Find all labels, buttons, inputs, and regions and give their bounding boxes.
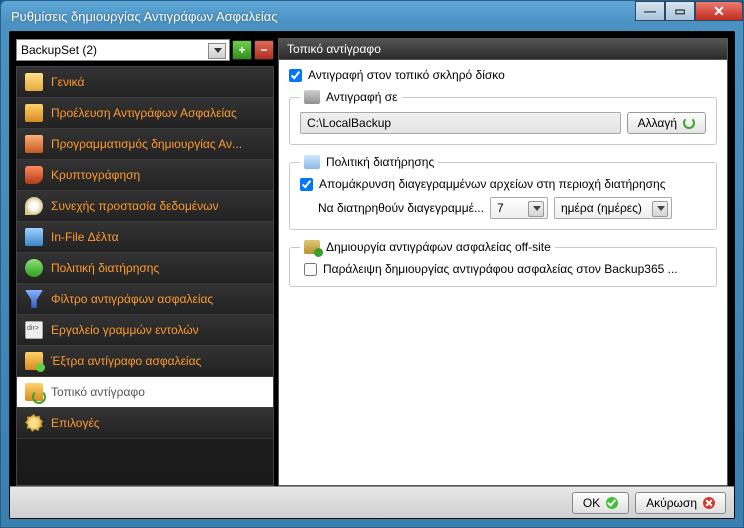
nav-extra-backup[interactable]: Έξτρα αντίγραφο ασφαλείας [17, 346, 273, 377]
copy-to-group: Αντιγραφή σε C:\LocalBackup Αλλαγή [289, 90, 717, 145]
retention-group: Πολιτική διατήρησης Απομάκρυνση διαγεγρα… [289, 155, 717, 230]
maximize-button[interactable]: ▭ [665, 1, 695, 21]
ok-button[interactable]: OK [572, 492, 629, 514]
backupset-selected: BackupSet (2) [21, 43, 97, 57]
change-path-button[interactable]: Αλλαγή [627, 112, 706, 134]
nav-label: In-File Δέλτα [51, 230, 119, 244]
window-title: Ρυθμίσεις δημιουργίας Αντιγράφων Ασφαλεί… [7, 9, 278, 24]
nav-label: Προέλευση Αντιγράφων Ασφαλείας [51, 106, 237, 120]
remove-deleted-checkbox[interactable] [300, 178, 313, 191]
general-icon [25, 73, 43, 91]
nav-filter[interactable]: Φίλτρο αντιγράφων ασφαλείας [17, 284, 273, 315]
nav-cmd[interactable]: Εργαλείο γραμμών εντολών [17, 315, 273, 346]
nav-label: Πολιτική διατήρησης [51, 261, 159, 275]
client-area: BackupSet (2) + − Γενικά Προέλευση Αντιγ… [9, 31, 735, 519]
keep-value-select[interactable]: 7 [490, 197, 548, 219]
retention-legend: Πολιτική διατήρησης [326, 155, 434, 169]
enable-local-copy-checkbox[interactable] [289, 69, 302, 82]
nav-retention[interactable]: Πολιτική διατήρησης [17, 253, 273, 284]
filter-icon [25, 290, 43, 308]
keep-unit: ημέρα (ημέρες) [561, 201, 642, 215]
delta-icon [25, 228, 43, 246]
nav-label: Έξτρα αντίγραφο ασφαλείας [51, 354, 201, 368]
keep-deleted-label: Να διατηρηθούν διαγεγραμμέ... [318, 201, 484, 215]
cancel-label: Ακύρωση [646, 496, 697, 510]
nav-label: Συνεχής προστασία δεδομένων [51, 199, 218, 213]
disk-icon [304, 90, 320, 104]
bottom-bar: OK Ακύρωση [10, 486, 734, 518]
nav-delta[interactable]: In-File Δέλτα [17, 222, 273, 253]
nav-cdp[interactable]: Συνεχής προστασία δεδομένων [17, 191, 273, 222]
nav-label: Κρυπτογράφηση [51, 168, 140, 182]
nav-label: Εργαλείο γραμμών εντολών [51, 323, 199, 337]
source-icon [25, 104, 43, 122]
chevron-down-icon [533, 206, 541, 211]
close-icon [703, 497, 715, 509]
pane-header: Τοπικό αντίγραφο [278, 38, 728, 60]
backup-path-input[interactable]: C:\LocalBackup [300, 112, 621, 134]
main-pane: Τοπικό αντίγραφο Αντιγραφή στον τοπικό σ… [278, 38, 728, 486]
pane-body: Αντιγραφή στον τοπικό σκληρό δίσκο Αντιγ… [278, 60, 728, 486]
recycle-icon [25, 259, 43, 277]
retention-icon [304, 155, 320, 169]
refresh-icon [683, 117, 695, 129]
settings-window: Ρυθμίσεις δημιουργίας Αντιγράφων Ασφαλεί… [0, 0, 744, 528]
nav-options[interactable]: Επιλογές [17, 408, 273, 439]
ok-label: OK [583, 496, 600, 510]
nav-local-copy[interactable]: Τοπικό αντίγραφο [17, 377, 273, 408]
skip-offsite-checkbox[interactable] [304, 263, 317, 276]
schedule-icon [25, 135, 43, 153]
copy-to-legend: Αντιγραφή σε [326, 90, 398, 104]
shield-icon [25, 197, 43, 215]
titlebar[interactable]: Ρυθμίσεις δημιουργίας Αντιγράφων Ασφαλεί… [1, 1, 743, 31]
local-copy-icon [25, 383, 43, 401]
keep-unit-select[interactable]: ημέρα (ημέρες) [554, 197, 672, 219]
offsite-legend: Δημιουργία αντιγράφων ασφαλείας off-site [326, 240, 551, 254]
nav-label: Γενικά [51, 75, 84, 89]
change-path-label: Αλλαγή [638, 116, 677, 130]
nav-encryption[interactable]: Κρυπτογράφηση [17, 160, 273, 191]
offsite-group: Δημιουργία αντιγράφων ασφαλείας off-site… [289, 240, 717, 287]
keep-value: 7 [497, 201, 504, 215]
chevron-down-icon [214, 48, 222, 53]
backupset-select[interactable]: BackupSet (2) [16, 39, 230, 61]
encryption-icon [25, 166, 43, 184]
chevron-down-icon [657, 206, 665, 211]
close-button[interactable]: ✕ [695, 1, 743, 21]
remove-deleted-label: Απομάκρυνση διαγεγραμμένων αρχείων στη π… [319, 177, 666, 191]
command-icon [25, 321, 43, 339]
add-backupset-button[interactable]: + [232, 40, 252, 60]
remove-backupset-button[interactable]: − [254, 40, 274, 60]
nav-source[interactable]: Προέλευση Αντιγράφων Ασφαλείας [17, 98, 273, 129]
nav: Γενικά Προέλευση Αντιγράφων Ασφαλείας Πρ… [16, 66, 274, 486]
offsite-icon [304, 240, 320, 254]
check-icon [606, 497, 618, 509]
nav-label: Επιλογές [51, 416, 100, 430]
extra-backup-icon [25, 352, 43, 370]
nav-general[interactable]: Γενικά [17, 67, 273, 98]
enable-local-copy-label: Αντιγραφή στον τοπικό σκληρό δίσκο [308, 68, 505, 82]
backup-path-value: C:\LocalBackup [307, 116, 391, 130]
nav-label: Τοπικό αντίγραφο [51, 385, 145, 399]
nav-schedule[interactable]: Προγραμματισμός δημιουργίας Αν... [17, 129, 273, 160]
skip-offsite-label: Παράλειψη δημιουργίας αντιγράφου ασφαλεί… [323, 262, 678, 276]
minimize-button[interactable]: — [635, 1, 665, 21]
gear-icon [25, 414, 43, 432]
nav-label: Προγραμματισμός δημιουργίας Αν... [51, 137, 242, 151]
nav-label: Φίλτρο αντιγράφων ασφαλείας [51, 292, 213, 306]
cancel-button[interactable]: Ακύρωση [635, 492, 726, 514]
sidebar: BackupSet (2) + − Γενικά Προέλευση Αντιγ… [16, 38, 274, 486]
